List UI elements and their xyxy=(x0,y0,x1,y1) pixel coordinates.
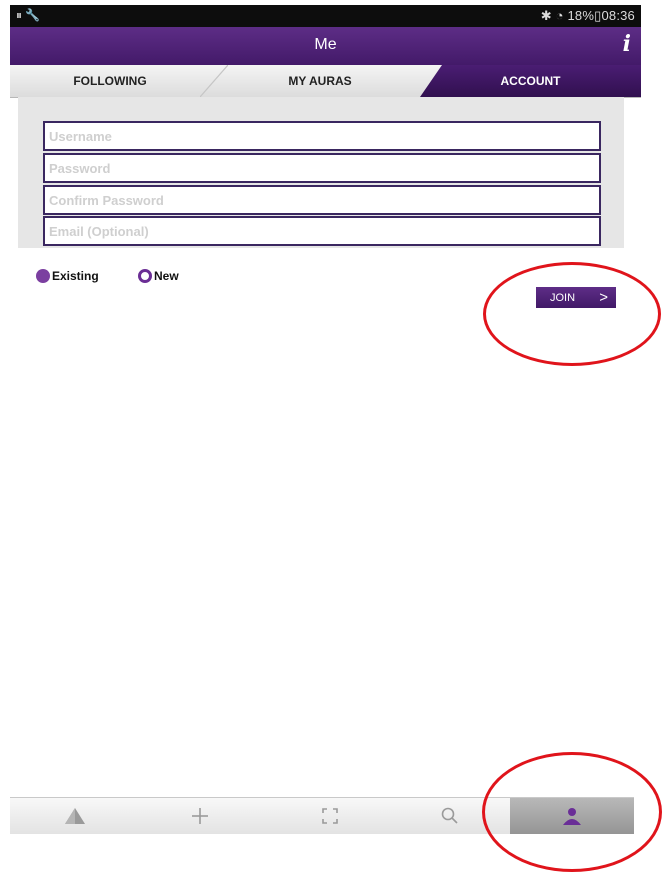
tab-following[interactable]: FOLLOWING xyxy=(10,65,210,97)
profile-icon xyxy=(563,808,581,825)
email-input[interactable] xyxy=(45,218,599,244)
radio-new-label: New xyxy=(154,269,179,283)
tab-my-auras[interactable]: MY AURAS xyxy=(210,65,430,97)
tab-account[interactable]: ACCOUNT xyxy=(420,65,641,97)
join-button-label: JOIN xyxy=(550,291,576,304)
title-bar: Me i xyxy=(10,27,641,65)
username-field[interactable] xyxy=(43,121,601,151)
tab-bar: FOLLOWING MY AURAS ACCOUNT xyxy=(10,65,641,98)
account-form xyxy=(18,97,624,248)
nav-search[interactable] xyxy=(420,798,480,834)
email-field[interactable] xyxy=(43,216,601,246)
password-input[interactable] xyxy=(45,155,599,181)
username-input[interactable] xyxy=(45,123,599,149)
status-left-icons: ⏸︎ 🔧 xyxy=(16,8,41,22)
scan-icon xyxy=(322,808,338,824)
annotation-circle-join xyxy=(483,262,661,366)
add-icon xyxy=(192,808,208,824)
confirm-password-input[interactable] xyxy=(45,187,599,213)
radio-new[interactable]: New xyxy=(138,269,179,283)
password-field[interactable] xyxy=(43,153,601,183)
nav-scan[interactable] xyxy=(300,798,360,834)
page-title: Me xyxy=(314,36,337,53)
chevron-right-icon: > xyxy=(599,289,608,306)
radio-existing-label: Existing xyxy=(52,269,99,283)
radio-existing[interactable]: Existing xyxy=(36,269,99,283)
nav-profile[interactable] xyxy=(510,798,634,834)
status-right-info: ✱ ◔ 18%▯08:36 xyxy=(540,8,635,23)
search-icon xyxy=(441,807,458,824)
radio-checked-icon xyxy=(36,269,50,283)
status-bar: ⏸︎ 🔧 ✱ ◔ 18%▯08:36 xyxy=(10,5,641,27)
auras-icon xyxy=(65,808,85,824)
radio-unchecked-icon xyxy=(138,269,152,283)
join-button[interactable]: JOIN > xyxy=(536,287,616,308)
confirm-password-field[interactable] xyxy=(43,185,601,215)
nav-add[interactable] xyxy=(170,798,230,834)
nav-auras[interactable] xyxy=(50,798,100,834)
info-icon[interactable]: i xyxy=(623,31,631,57)
bottom-nav xyxy=(10,797,634,834)
